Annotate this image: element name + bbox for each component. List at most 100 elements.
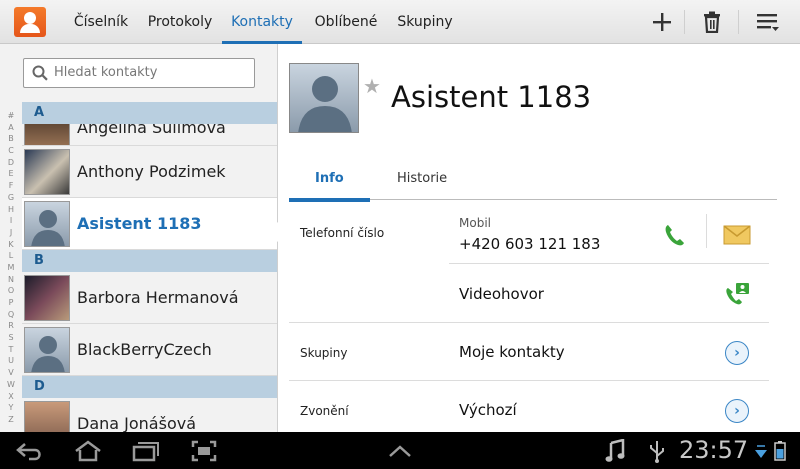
favorite-star-icon[interactable]: ★ (363, 74, 381, 98)
alpha-index-letter[interactable]: # (4, 110, 18, 122)
chevron-right-icon: › (725, 341, 749, 365)
ringtone-detail-button[interactable]: › (722, 396, 752, 426)
alpha-index-letter[interactable]: V (4, 367, 18, 379)
contact-row[interactable]: Angelina Sulimova (22, 124, 277, 146)
alpha-index-letter[interactable]: N (4, 274, 18, 286)
tab-info[interactable]: Info (315, 171, 344, 201)
tab-kontakty[interactable]: Kontakty (222, 0, 302, 44)
person-silhouette-icon (298, 76, 352, 132)
send-message-button[interactable] (722, 220, 752, 250)
contact-detail-pane: ★ Asistent 1183 Info Historie Telefonní … (279, 44, 800, 432)
screenshot-icon (191, 440, 217, 462)
tab-ciselnik[interactable]: Číselník (62, 0, 140, 44)
phone-label: Telefonní číslo (300, 226, 385, 240)
video-call-button[interactable] (722, 280, 752, 310)
delete-icon (704, 11, 720, 33)
action-bar: Číselník Protokoly Kontakty Oblíbené Sku… (0, 0, 800, 44)
alpha-index-letter[interactable]: H (4, 204, 18, 216)
alpha-index-letter[interactable]: X (4, 391, 18, 403)
alpha-index-letter[interactable]: G (4, 192, 18, 204)
phone-type: Mobil (459, 216, 491, 230)
contact-detail-name: Asistent 1183 (391, 80, 592, 114)
chevron-right-icon: › (725, 399, 749, 423)
contact-photo (24, 275, 70, 321)
contact-photo (24, 124, 70, 145)
section-header: D (22, 376, 277, 398)
alpha-index-letter[interactable]: M (4, 262, 18, 274)
video-call-label[interactable]: Videohovor (459, 285, 544, 303)
contacts-app-icon[interactable] (14, 7, 46, 37)
alphabet-index[interactable]: # A B C D E F G H I J K L M N O P Q R S … (4, 110, 18, 426)
music-notification[interactable] (600, 437, 630, 465)
recent-apps-icon (132, 442, 159, 462)
video-call-icon (726, 283, 749, 305)
alpha-index-letter[interactable]: U (4, 355, 18, 367)
ringtone-label: Zvonění (300, 404, 349, 418)
alpha-index-letter[interactable]: K (4, 239, 18, 251)
delete-contact-button[interactable] (694, 6, 730, 38)
groups-detail-button[interactable]: › (722, 338, 752, 368)
alpha-index-letter[interactable]: A (4, 122, 18, 134)
recent-apps-button[interactable] (126, 437, 166, 465)
default-avatar (24, 327, 70, 373)
contact-row[interactable]: Anthony Podzimek (22, 146, 277, 198)
selection-pointer (266, 222, 278, 242)
contact-photo (24, 149, 70, 195)
contact-list[interactable]: A Angelina Sulimova Anthony Podzimek Asi… (22, 102, 277, 432)
screenshot-button[interactable] (184, 437, 224, 465)
contact-row[interactable]: Dana Jonášová (22, 398, 277, 432)
overflow-menu-button[interactable] (750, 6, 786, 38)
alpha-index-letter[interactable]: P (4, 297, 18, 309)
add-contact-button[interactable] (644, 6, 680, 38)
contact-row[interactable]: Barbora Hermanová (22, 272, 277, 324)
wifi-icon (755, 445, 767, 458)
alpha-index-letter[interactable]: C (4, 145, 18, 157)
groups-label: Skupiny (300, 346, 348, 360)
tab-protokoly[interactable]: Protokoly (142, 0, 218, 44)
default-avatar (24, 201, 70, 247)
contact-photo (24, 401, 70, 432)
tab-oblibene[interactable]: Oblíbené (306, 0, 386, 44)
tab-skupiny[interactable]: Skupiny (390, 0, 460, 44)
alpha-index-letter[interactable]: T (4, 344, 18, 356)
back-button[interactable] (10, 437, 50, 465)
usb-notification[interactable] (642, 437, 672, 465)
alpha-index-letter[interactable]: F (4, 180, 18, 192)
ringtone-value[interactable]: Výchozí (459, 401, 517, 419)
alpha-index-letter[interactable]: L (4, 250, 18, 262)
alpha-index-letter[interactable]: J (4, 227, 18, 239)
alpha-index-letter[interactable]: E (4, 168, 18, 180)
search-field[interactable]: Hledat kontakty (23, 58, 255, 88)
contact-detail-avatar[interactable] (289, 63, 359, 133)
contact-list-pane: Hledat kontakty # A B C D E F G H I J K … (0, 44, 278, 432)
alpha-index-letter[interactable]: S (4, 332, 18, 344)
person-silhouette-icon (31, 210, 65, 246)
expand-up-button[interactable] (380, 437, 420, 465)
contact-row-selected[interactable]: Asistent 1183 (22, 198, 277, 250)
active-tab-indicator (289, 198, 370, 202)
alpha-index-letter[interactable]: O (4, 285, 18, 297)
section-header: A (22, 102, 277, 124)
section-header: B (22, 250, 277, 272)
alpha-index-letter[interactable]: R (4, 320, 18, 332)
contact-name: Anthony Podzimek (77, 162, 226, 181)
alpha-index-letter[interactable]: Y (4, 402, 18, 414)
wifi-status (752, 437, 770, 465)
phone-number[interactable]: +420 603 121 183 (459, 235, 600, 253)
contact-name: BlackBerryCzech (77, 340, 212, 359)
status-clock: 23:57 (679, 436, 749, 464)
groups-value[interactable]: Moje kontakty (459, 343, 565, 361)
alpha-index-letter[interactable]: Q (4, 309, 18, 321)
alpha-index-letter[interactable]: B (4, 133, 18, 145)
call-button[interactable] (659, 220, 689, 250)
search-input[interactable]: Hledat kontakty (54, 65, 157, 80)
tab-historie[interactable]: Historie (397, 171, 447, 201)
alpha-index-letter[interactable]: W (4, 379, 18, 391)
alpha-index-letter[interactable]: Z (4, 414, 18, 426)
alpha-index-letter[interactable]: D (4, 157, 18, 169)
home-button[interactable] (68, 437, 108, 465)
contact-name: Dana Jonášová (77, 414, 197, 432)
home-icon (75, 440, 101, 462)
contact-row[interactable]: BlackBerryCzech (22, 324, 277, 376)
alpha-index-letter[interactable]: I (4, 215, 18, 227)
